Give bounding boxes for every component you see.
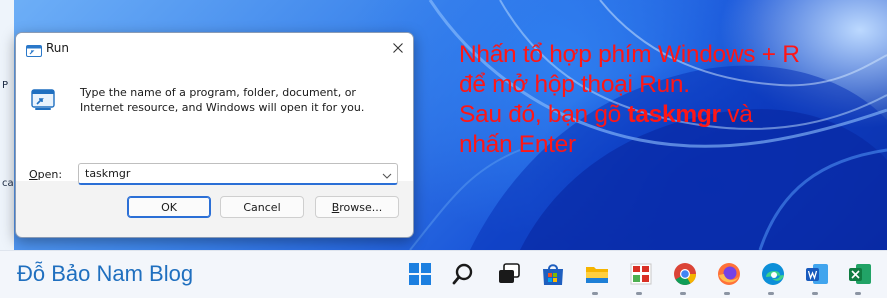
dialog-title: Run: [46, 41, 70, 55]
chevron-down-icon[interactable]: [381, 167, 393, 179]
caption-line-4: nhấn Enter: [459, 131, 576, 158]
title-bar[interactable]: Run: [16, 33, 413, 63]
open-label-accesskey: O: [29, 168, 38, 181]
instruction-caption: Nhấn tổ hợp phím Windows + R để mở hộp t…: [459, 40, 879, 160]
desktop-icon-label-fragment: P: [2, 80, 9, 91]
run-program-icon: [30, 89, 56, 111]
running-indicator: [636, 292, 642, 295]
desktop-edge: [0, 0, 14, 250]
open-label-text: pen:: [37, 168, 63, 181]
store-icon[interactable]: [540, 261, 566, 287]
caption-line-3: Sau đó, bạn gõ taskmgr và: [459, 100, 879, 130]
running-indicator: [812, 292, 818, 295]
dialog-content: Type the name of a program, folder, docu…: [16, 63, 413, 185]
search-icon[interactable]: [452, 261, 478, 287]
caption-line-2: để mở hộp thoại Run.: [459, 71, 690, 98]
close-button[interactable]: [383, 33, 413, 63]
firefox-icon[interactable]: [716, 261, 742, 287]
blog-brand: Đỗ Bảo Nam Blog: [17, 261, 194, 286]
start-icon[interactable]: [407, 261, 433, 287]
running-indicator: [724, 292, 730, 295]
edge-icon[interactable]: [760, 261, 786, 287]
taskbar: Đỗ Bảo Nam Blog: [0, 250, 887, 298]
caption-line-1: Nhấn tổ hợp phím Windows + R: [459, 41, 800, 68]
caption-line-3-pre: Sau đó, bạn gõ: [459, 101, 628, 128]
run-small-icon: [26, 42, 42, 57]
run-dialog: Run Type the name of a program, folder, …: [15, 32, 414, 238]
chrome-icon[interactable]: [672, 261, 698, 287]
open-label: Open:: [29, 168, 62, 181]
open-combobox[interactable]: taskmgr: [78, 163, 398, 185]
ok-button[interactable]: OK: [127, 196, 211, 218]
file-explorer-icon[interactable]: [584, 261, 610, 287]
caption-command: taskmgr: [627, 101, 722, 128]
excel-icon[interactable]: [847, 261, 873, 287]
running-indicator: [855, 292, 861, 295]
dialog-description: Type the name of a program, folder, docu…: [80, 86, 365, 114]
open-input-value: taskmgr: [85, 167, 131, 180]
cancel-button[interactable]: Cancel: [220, 196, 304, 218]
word-icon[interactable]: [804, 261, 830, 287]
task-view-icon[interactable]: [496, 261, 522, 287]
running-indicator: [680, 292, 686, 295]
snipping-tool-icon[interactable]: [628, 261, 654, 287]
caption-line-3-post: và: [720, 101, 753, 128]
browse-label-text: rowse...: [339, 201, 383, 214]
desktop-icon-label-fragment: ca: [2, 178, 14, 189]
running-indicator: [768, 292, 774, 295]
close-icon: [393, 43, 403, 53]
browse-button[interactable]: Browse...: [315, 196, 399, 218]
running-indicator: [592, 292, 598, 295]
